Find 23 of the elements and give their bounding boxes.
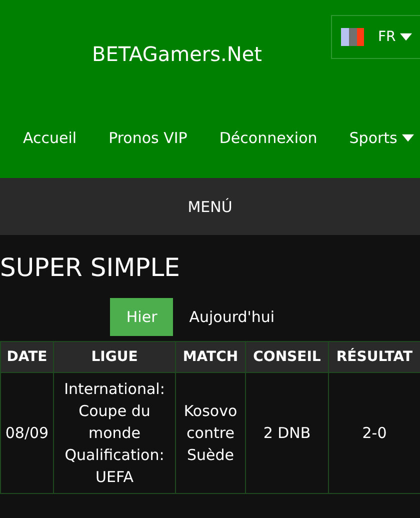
column-header: RÉSULTAT (328, 342, 420, 372)
day-tab[interactable]: Aujourd'hui (173, 298, 291, 336)
flag-icon (341, 28, 364, 46)
column-header: LIGUE (54, 342, 176, 372)
table-cell: International: Coupe du monde Qualification: UEFA (54, 372, 176, 494)
menu-toggle[interactable]: MENÚ (0, 178, 420, 235)
site-title[interactable]: BETAGamers.Net (92, 40, 262, 66)
language-selector[interactable]: FR (331, 15, 420, 59)
table-cell: 2 DNB (246, 372, 328, 494)
column-header: CONSEIL (246, 342, 328, 372)
nav-link[interactable]: Pronos VIP (108, 129, 188, 147)
caret-icon (402, 134, 414, 142)
column-header: MATCH (176, 342, 246, 372)
nav-link[interactable]: Déconnexion (219, 129, 318, 147)
table-cell: 2-0 (328, 372, 420, 494)
day-tab[interactable]: Hier (110, 298, 174, 336)
page-title: SUPER SIMPLE (0, 253, 181, 283)
table-cell: Kosovo contre Suède (176, 372, 246, 494)
nav-link[interactable]: Accueil (23, 129, 77, 147)
caret-icon (400, 33, 412, 41)
column-header: DATE (0, 342, 54, 372)
nav-dropdown[interactable]: Sports (349, 129, 414, 147)
table-cell: 08/09 (0, 372, 54, 494)
